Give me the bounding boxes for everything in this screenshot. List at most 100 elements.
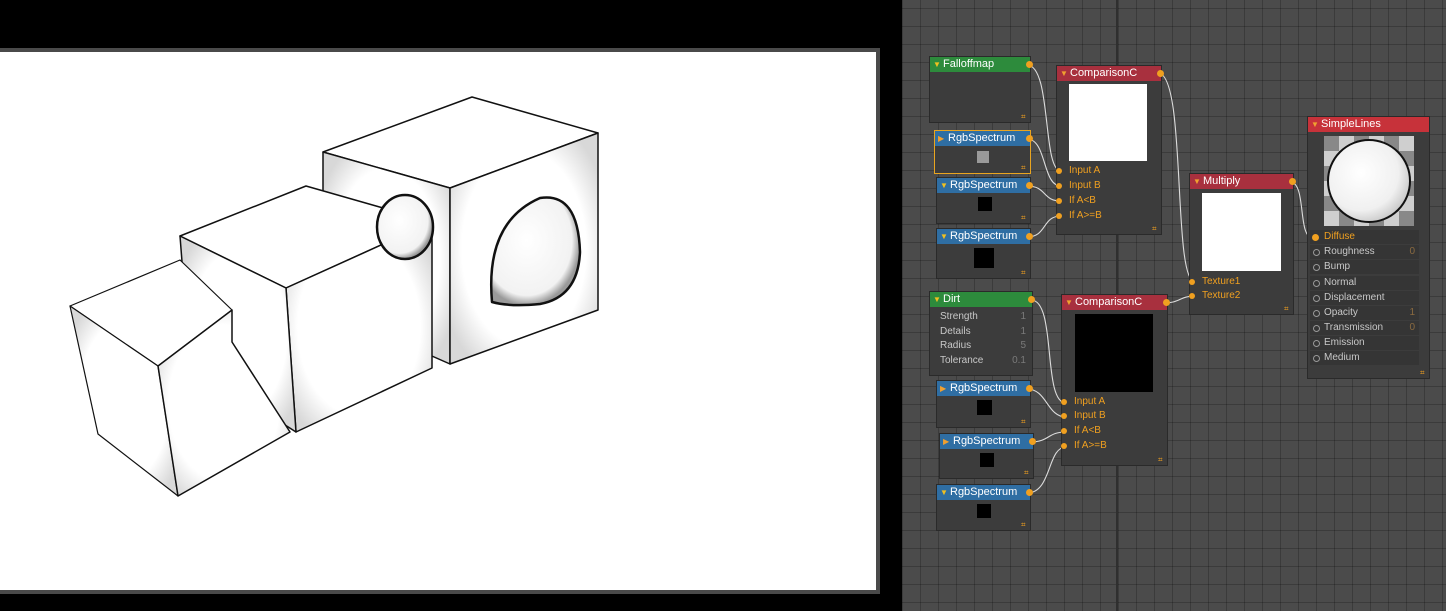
- output-port[interactable]: [1026, 385, 1033, 392]
- node-header[interactable]: ▼ RgbSpectrum: [937, 229, 1033, 244]
- color-swatch-black[interactable]: [978, 197, 992, 211]
- param-value[interactable]: 1: [1409, 306, 1415, 320]
- if-a-less-b-port[interactable]: If A<B: [1056, 194, 1159, 208]
- resize-icon[interactable]: ⌗: [1021, 521, 1028, 529]
- output-port[interactable]: [1289, 178, 1296, 185]
- node-comparison-2[interactable]: ▼ ComparisonC Input A Input B If A<B If A…: [1061, 295, 1170, 465]
- param-strength[interactable]: Strength 1: [932, 310, 1030, 324]
- node-comparison-1[interactable]: ▼ ComparisonC Input A Input B If A<B If A…: [1056, 66, 1164, 234]
- node-dirt[interactable]: ▼ Dirt Strength 1 Details 1 Radius 5 Toleran…: [930, 292, 1035, 375]
- expand-icon[interactable]: ▶: [943, 434, 949, 449]
- expand-icon[interactable]: ▶: [938, 131, 944, 146]
- output-port[interactable]: [1028, 296, 1035, 303]
- resize-icon[interactable]: ⌗: [1021, 269, 1028, 277]
- node-multiply[interactable]: ▼ Multiply Texture1 Texture2 ⌗: [1189, 174, 1296, 314]
- collapse-icon[interactable]: ▼: [933, 57, 941, 72]
- node-title: ComparisonC: [1075, 296, 1143, 308]
- node-rgbspectrum-3[interactable]: ▼ RgbSpectrum ⌗: [937, 229, 1033, 278]
- param-opacity[interactable]: Opacity 1: [1310, 306, 1419, 320]
- output-port[interactable]: [1026, 182, 1033, 189]
- node-rgbspectrum-4[interactable]: ▶ RgbSpectrum ⌗: [937, 381, 1033, 427]
- param-details[interactable]: Details 1: [932, 325, 1030, 339]
- resize-icon[interactable]: ⌗: [1024, 469, 1031, 477]
- collapse-icon[interactable]: ▼: [940, 229, 948, 244]
- node-rgbspectrum-6[interactable]: ▼ RgbSpectrum ⌗: [937, 485, 1033, 530]
- node-rgbspectrum-1[interactable]: ▶ RgbSpectrum ⌗: [935, 131, 1033, 173]
- resize-icon[interactable]: ⌗: [1158, 456, 1165, 464]
- input-a-port[interactable]: Input A: [1056, 164, 1159, 178]
- param-value[interactable]: 0: [1409, 245, 1415, 259]
- output-port[interactable]: [1026, 135, 1033, 142]
- output-port[interactable]: [1163, 299, 1170, 306]
- param-bump[interactable]: Bump: [1310, 260, 1419, 274]
- resize-icon[interactable]: ⌗: [1021, 418, 1028, 426]
- param-roughness[interactable]: Roughness 0: [1310, 245, 1419, 259]
- param-value[interactable]: 0: [1409, 321, 1415, 335]
- node-header[interactable]: ▶ RgbSpectrum: [935, 131, 1033, 146]
- collapse-icon[interactable]: ▼: [940, 485, 948, 500]
- param-value[interactable]: 0.1: [1012, 354, 1026, 368]
- input-a-port[interactable]: Input A: [1061, 395, 1165, 409]
- render-image[interactable]: [0, 52, 876, 590]
- param-diffuse[interactable]: Diffuse: [1310, 230, 1419, 244]
- collapse-icon[interactable]: ▼: [940, 178, 948, 193]
- node-rgbspectrum-2[interactable]: ▼ RgbSpectrum ⌗: [937, 178, 1033, 223]
- node-header[interactable]: ▼ RgbSpectrum: [937, 485, 1033, 500]
- resize-icon[interactable]: ⌗: [1420, 369, 1427, 377]
- output-port[interactable]: [1026, 489, 1033, 496]
- param-value[interactable]: 1: [1020, 310, 1026, 324]
- texture2-port[interactable]: Texture2: [1189, 289, 1291, 303]
- node-header[interactable]: ▼ RgbSpectrum: [937, 178, 1033, 193]
- node-falloffmap[interactable]: ▼ Falloffmap ⌗: [930, 57, 1033, 122]
- param-radius[interactable]: Radius 5: [932, 339, 1030, 353]
- color-swatch-black[interactable]: [980, 453, 994, 467]
- output-port[interactable]: [1029, 438, 1036, 445]
- collapse-icon[interactable]: ▼: [1065, 295, 1073, 310]
- collapse-icon[interactable]: ▼: [1311, 117, 1319, 132]
- node-rgbspectrum-5[interactable]: ▶ RgbSpectrum ⌗: [940, 434, 1036, 478]
- node-header[interactable]: ▼ Falloffmap: [930, 57, 1033, 72]
- param-normal[interactable]: Normal: [1310, 276, 1419, 290]
- resize-icon[interactable]: ⌗: [1021, 113, 1028, 121]
- texture1-port[interactable]: Texture1: [1189, 275, 1291, 289]
- node-title: RgbSpectrum: [950, 486, 1018, 498]
- resize-icon[interactable]: ⌗: [1152, 225, 1159, 233]
- output-port[interactable]: [1026, 61, 1033, 68]
- resize-icon[interactable]: ⌗: [1021, 164, 1028, 172]
- node-header[interactable]: ▼ SimpleLines: [1308, 117, 1429, 132]
- input-b-port[interactable]: Input B: [1061, 409, 1165, 423]
- color-swatch-gray[interactable]: [977, 151, 989, 163]
- param-emission[interactable]: Emission: [1310, 336, 1419, 350]
- color-swatch-black[interactable]: [977, 400, 992, 415]
- collapse-icon[interactable]: ▼: [1060, 66, 1068, 81]
- node-header[interactable]: ▼ Multiply: [1190, 174, 1296, 189]
- param-tolerance[interactable]: Tolerance 0.1: [932, 354, 1030, 368]
- expand-icon[interactable]: ▶: [940, 381, 946, 396]
- param-value[interactable]: 5: [1020, 339, 1026, 353]
- if-a-gte-b-port[interactable]: If A>=B: [1056, 209, 1159, 223]
- param-transmission[interactable]: Transmission 0: [1310, 321, 1419, 335]
- param-medium[interactable]: Medium: [1310, 351, 1419, 365]
- collapse-icon[interactable]: ▼: [933, 292, 941, 307]
- param-displacement[interactable]: Displacement: [1310, 291, 1419, 305]
- param-label: Transmission: [1324, 322, 1384, 333]
- node-header[interactable]: ▶ RgbSpectrum: [937, 381, 1033, 396]
- node-header[interactable]: ▼ Dirt: [930, 292, 1035, 307]
- if-a-less-b-port[interactable]: If A<B: [1061, 424, 1165, 438]
- node-graph-editor[interactable]: ▼ Falloffmap ⌗ ▶ RgbSpectrum ⌗ ▼ RgbSpectru…: [902, 0, 1446, 611]
- input-b-port[interactable]: Input B: [1056, 179, 1159, 193]
- resize-icon[interactable]: ⌗: [1284, 305, 1291, 313]
- param-value[interactable]: 1: [1020, 325, 1026, 339]
- node-header[interactable]: ▼ ComparisonC: [1062, 295, 1170, 310]
- collapse-icon[interactable]: ▼: [1193, 174, 1201, 189]
- resize-icon[interactable]: ⌗: [1021, 214, 1028, 222]
- if-a-gte-b-port[interactable]: If A>=B: [1061, 439, 1165, 453]
- output-port[interactable]: [1026, 233, 1033, 240]
- color-swatch-black[interactable]: [977, 504, 991, 518]
- output-port[interactable]: [1157, 70, 1164, 77]
- node-header[interactable]: ▼ ComparisonC: [1057, 66, 1164, 81]
- color-swatch-black[interactable]: [974, 248, 994, 268]
- node-simplelines[interactable]: ▼ SimpleLines Diffuse Roughness 0 Bump Nor…: [1308, 117, 1429, 378]
- port-label: Texture2: [1202, 290, 1241, 301]
- node-header[interactable]: ▶ RgbSpectrum: [940, 434, 1036, 449]
